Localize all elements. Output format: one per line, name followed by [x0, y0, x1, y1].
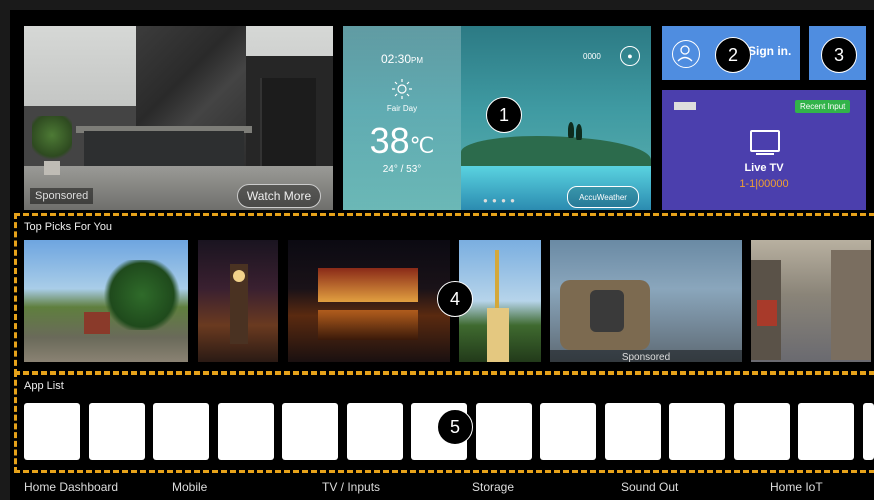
accuweather-label: AccuWeather [579, 192, 627, 202]
pick-image-temple [318, 268, 418, 302]
nav-tv-inputs[interactable]: TV / Inputs [322, 480, 380, 494]
pick-card[interactable] [751, 240, 871, 362]
tv-stand-icon [756, 153, 774, 155]
sponsored-pick-card[interactable]: Sponsored [550, 240, 742, 362]
weather-unit: ℃ [409, 133, 435, 158]
nav-home-iot[interactable]: Home IoT [770, 480, 823, 494]
hero-image-plant [32, 116, 72, 164]
pick-image-reflection [318, 310, 418, 340]
marker-3: 3 [821, 37, 857, 73]
recent-input-badge: Recent Input [795, 100, 851, 113]
top-picks-title: Top Picks For You [24, 221, 113, 233]
carousel-indicator: ● ● ● ● [483, 196, 516, 205]
account-icon [672, 40, 700, 68]
app-tile[interactable] [153, 403, 209, 460]
weather-condition: Fair Day [386, 104, 418, 113]
pick-image-tree [102, 260, 182, 330]
nav-mobile[interactable]: Mobile [172, 480, 207, 494]
app-tile[interactable] [540, 403, 596, 460]
pick-image-cable-car [757, 300, 777, 326]
app-tile[interactable] [733, 403, 790, 460]
pick-image-building [831, 250, 871, 360]
sponsored-tag: Sponsored [30, 188, 94, 204]
app-tile[interactable] [24, 403, 80, 460]
app-tile[interactable] [346, 403, 403, 460]
weather-temperature: 38℃ [343, 120, 461, 162]
app-tile[interactable] [282, 403, 338, 460]
pick-image-cable-car [84, 312, 110, 334]
location-pin-icon[interactable]: ● [620, 46, 640, 66]
sign-in-label: Sign in. [748, 44, 792, 58]
nav-home-dashboard[interactable]: Home Dashboard [24, 480, 118, 494]
nav-storage[interactable]: Storage [472, 480, 514, 494]
app-tile[interactable] [798, 403, 854, 460]
sponsored-hero-banner[interactable]: Sponsored Watch More [24, 26, 333, 210]
marker-2: 2 [715, 37, 751, 73]
sponsored-tag: Sponsored [550, 350, 742, 362]
app-tile[interactable] [862, 403, 874, 460]
weather-image-tree [568, 122, 574, 138]
weather-range: 24° / 53° [382, 164, 422, 175]
accuweather-badge: AccuWeather [567, 186, 639, 208]
weather-image-tree [576, 124, 582, 140]
marker-5: 5 [437, 409, 473, 445]
channel-number: 1-1|00000 [739, 178, 789, 190]
marker-4: 4 [437, 281, 473, 317]
app-tile[interactable] [669, 403, 725, 460]
weather-location: 0000 [583, 52, 601, 61]
input-logo [674, 102, 696, 110]
pick-image-speaker [590, 290, 624, 332]
pick-card[interactable] [198, 240, 278, 362]
live-tv-label: Live TV [744, 162, 784, 174]
marker-1: 1 [486, 97, 522, 133]
app-tile[interactable] [88, 403, 145, 460]
sun-icon [392, 79, 412, 99]
hero-image-counter [84, 131, 244, 171]
home-screen: Sponsored Watch More 02:30PM Fair Day 38… [10, 10, 874, 500]
nav-sound-out[interactable]: Sound Out [621, 480, 678, 494]
hero-image-fridge [260, 78, 316, 166]
weather-time: 02:30PM [343, 52, 461, 66]
weather-time-suffix: PM [411, 56, 424, 65]
weather-time-value: 02:30 [380, 52, 412, 66]
pick-image-clock [233, 270, 245, 282]
pick-image-building [487, 308, 509, 362]
hero-image-pot [44, 161, 60, 175]
weather-temperature-value: 38 [369, 120, 410, 161]
pick-card[interactable] [24, 240, 188, 362]
live-tv-card[interactable]: Recent Input Live TV 1-1|00000 [662, 90, 866, 210]
pick-card[interactable] [288, 240, 450, 362]
watch-more-button[interactable]: Watch More [237, 184, 321, 208]
app-tile[interactable] [475, 403, 532, 460]
app-tile[interactable] [217, 403, 274, 460]
person-icon [677, 45, 693, 62]
app-tile[interactable] [604, 403, 661, 460]
pick-image-spire [495, 250, 499, 310]
app-list-title: App List [24, 380, 64, 392]
tv-icon [750, 130, 780, 152]
